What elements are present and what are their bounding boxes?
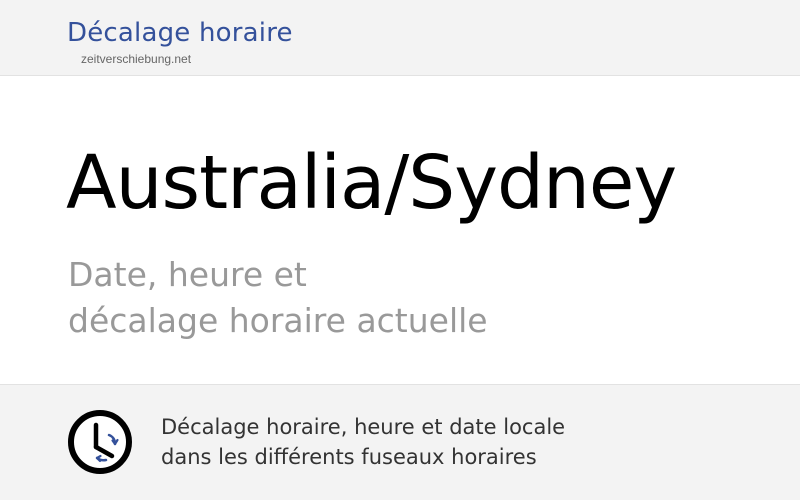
subtitle-line-2: décalage horaire actuelle (68, 301, 488, 340)
footer-description: Décalage horaire, heure et date locale d… (161, 412, 565, 472)
footer-line-2: dans les différents fuseaux horaires (161, 445, 537, 469)
site-domain: zeitverschiebung.net (81, 52, 192, 66)
page-title: Australia/Sydney (66, 140, 677, 226)
site-footer-banner: Décalage horaire, heure et date locale d… (0, 384, 800, 500)
page-subtitle: Date, heure et décalage horaire actuelle (68, 252, 488, 344)
footer-line-1: Décalage horaire, heure et date locale (161, 415, 566, 439)
site-header: Décalage horaire zeitverschiebung.net (0, 0, 800, 76)
subtitle-line-1: Date, heure et (68, 255, 307, 294)
clock-icon (68, 410, 132, 474)
site-title-link[interactable]: Décalage horaire (67, 20, 293, 46)
main-content: Australia/Sydney Date, heure et décalage… (0, 76, 800, 384)
